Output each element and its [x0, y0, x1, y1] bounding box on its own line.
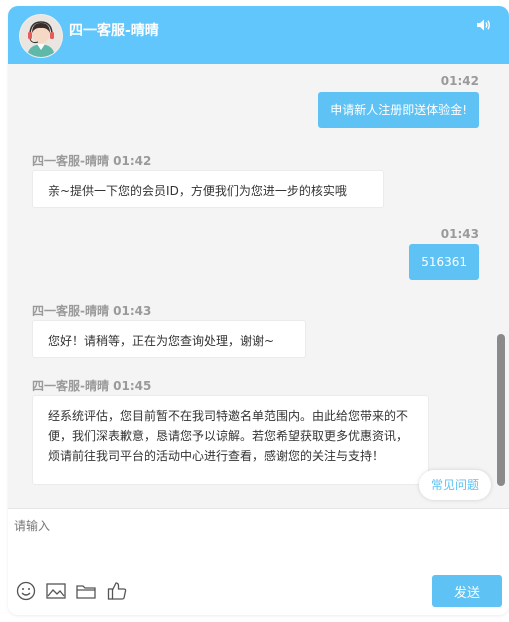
faq-button[interactable]: 常见问题 [419, 470, 491, 500]
agent-message-bubble: 经系统评估，您目前暂不在我司特邀名单范围内。由此给您带来的不便，我们深表歉意，恳… [32, 395, 429, 485]
thumbs-up-icon[interactable] [106, 580, 128, 602]
image-icon[interactable] [45, 580, 67, 602]
agent-message-bubble: 亲~提供一下您的会员ID，方便我们为您进一步的核实哦 [32, 170, 384, 208]
emoji-icon[interactable] [15, 580, 37, 602]
folder-icon[interactable] [75, 580, 97, 602]
message-time: 01:42 [440, 74, 479, 88]
message-meta: 四一客服-晴晴 01:43 [32, 304, 152, 318]
agent-message-bubble: 您好！请稍等，正在为您查询处理，谢谢~ [32, 320, 306, 358]
message-time: 01:43 [440, 227, 479, 241]
chat-header: 四一客服-晴晴 [8, 6, 509, 64]
message-list[interactable]: 01:42 申请新人注册即送体验金! 四一客服-晴晴 01:42 亲~提供一下您… [8, 64, 509, 508]
message-scrollbar[interactable] [497, 334, 505, 486]
agent-name: 四一客服-晴晴 [69, 23, 159, 39]
message-meta: 四一客服-晴晴 01:45 [32, 379, 152, 393]
chat-window: 四一客服-晴晴 01:42 申请新人注册即送体验金! 四一客服-晴晴 01:42… [8, 6, 509, 615]
message-meta: 四一客服-晴晴 01:42 [32, 154, 152, 168]
agent-avatar-icon [19, 14, 63, 58]
speaker-icon[interactable] [475, 16, 493, 34]
scrollbar-thumb[interactable] [497, 334, 505, 486]
user-message-bubble: 申请新人注册即送体验金! [318, 92, 479, 128]
message-input[interactable] [12, 515, 506, 575]
user-message-bubble: 516361 [409, 244, 479, 280]
send-button[interactable]: 发送 [432, 575, 502, 607]
